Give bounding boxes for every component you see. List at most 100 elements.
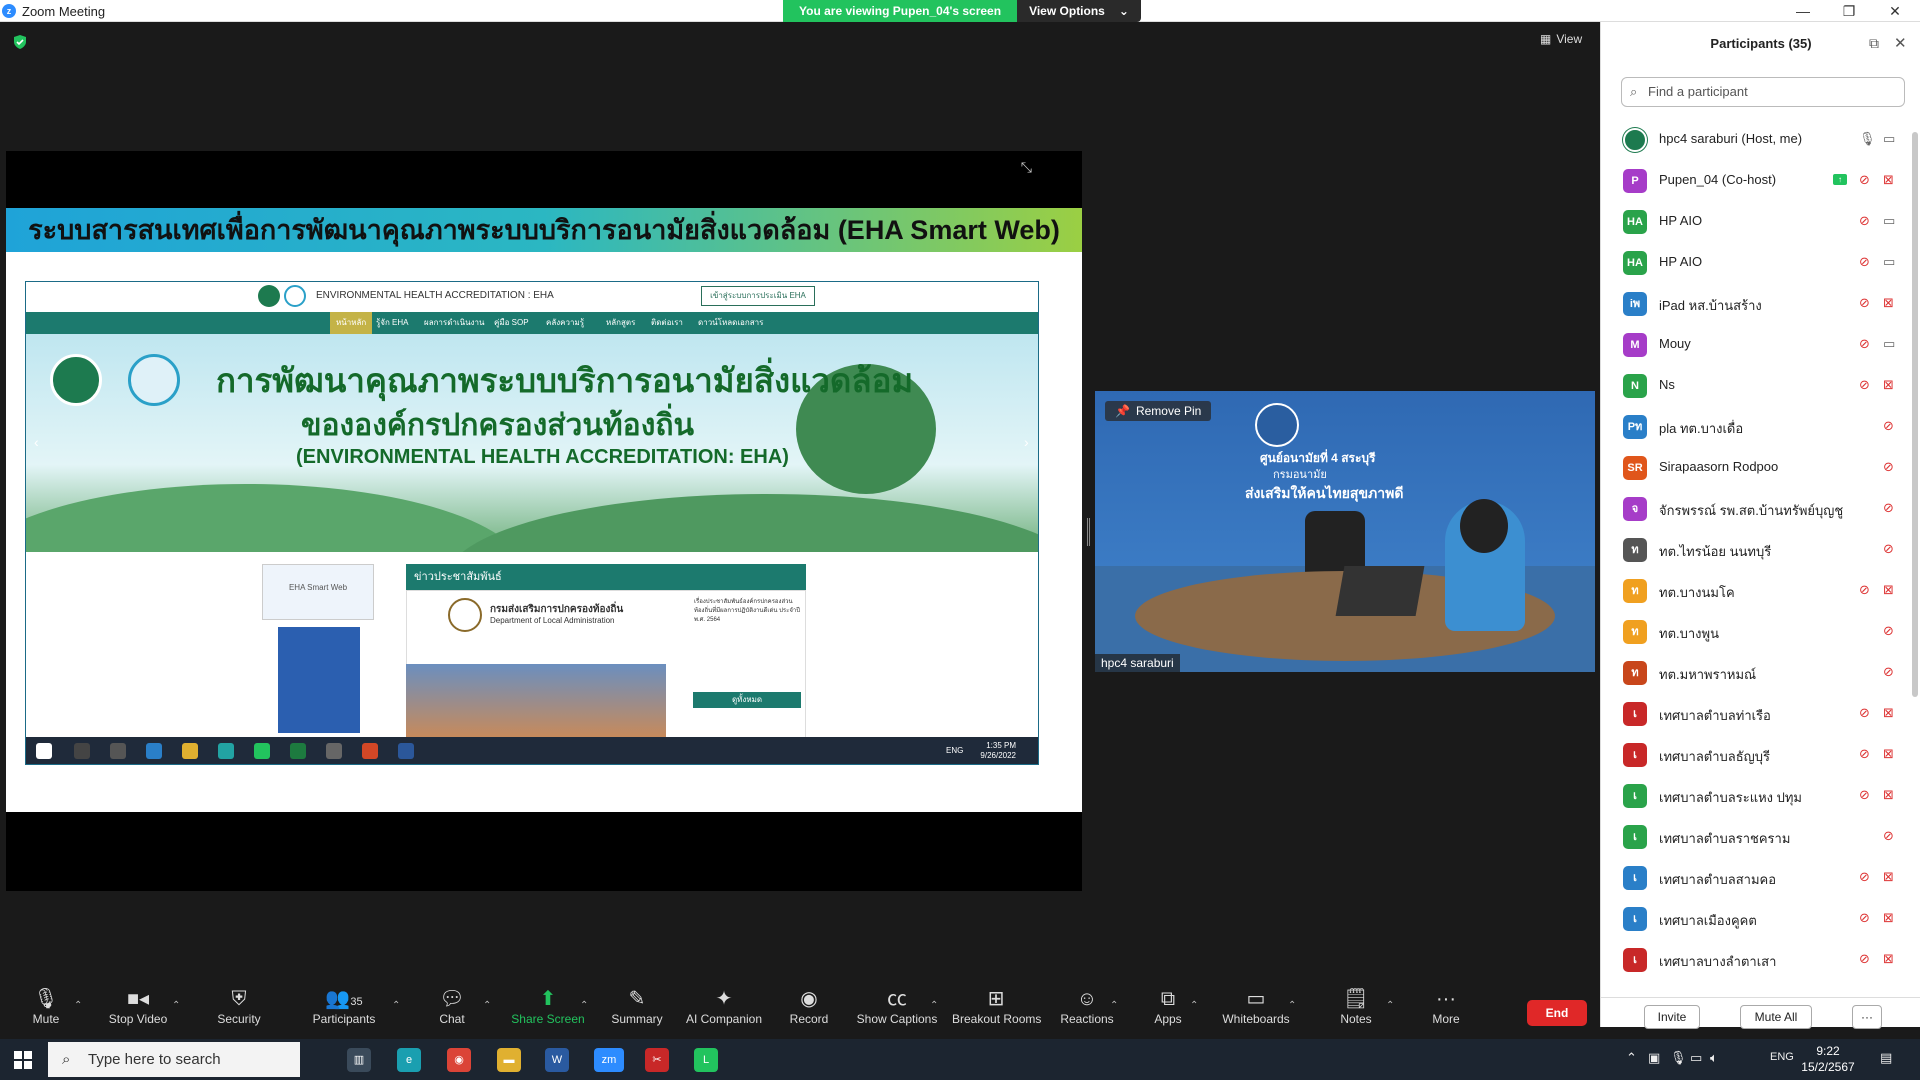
notifications-icon[interactable]: ▤ xyxy=(1880,1050,1892,1066)
participant-row[interactable]: P Pupen_04 (Co-host) ↑ ⊘ ⊠ xyxy=(1601,160,1911,201)
participant-row[interactable]: Pท pla ทต.บางเดื่อ ⊘ xyxy=(1601,406,1911,447)
microphone-muted-icon[interactable]: ⊘ xyxy=(1883,541,1894,557)
participant-row[interactable]: N Ns ⊘ ⊠ xyxy=(1601,365,1911,406)
apps-button[interactable]: ⧉ Apps xyxy=(1148,982,1188,1039)
participant-row[interactable]: HA HP AIO ⊘ ▭ xyxy=(1601,242,1911,283)
participant-row[interactable]: เ เทศบาลตำบลท่าเรือ ⊘ ⊠ xyxy=(1601,693,1911,734)
participant-search-input[interactable]: ⌕ Find a participant xyxy=(1621,77,1905,107)
video-camera-icon[interactable]: ▭ xyxy=(1883,131,1895,147)
participant-row[interactable]: iพ iPad หส.บ้านสร้าง ⊘ ⊠ xyxy=(1601,283,1911,324)
chevron-up-icon[interactable]: ⌃ xyxy=(74,1000,82,1011)
chevron-up-icon[interactable]: ⌃ xyxy=(1110,1000,1118,1011)
shared-screen[interactable]: ⤡ ระบบสารสนเทศเพื่อการพัฒนาคุณภาพระบบบริ… xyxy=(6,151,1082,891)
microphone-muted-icon[interactable]: ⊘ xyxy=(1859,746,1870,762)
chevron-up-icon[interactable]: ⌃ xyxy=(172,1000,180,1011)
file-explorer-icon[interactable]: ▬ xyxy=(497,1048,521,1072)
pop-out-icon[interactable]: ⧉ xyxy=(1869,35,1879,52)
more-options-button[interactable]: ··· xyxy=(1852,1005,1882,1029)
chevron-up-icon[interactable]: ⌃ xyxy=(483,1000,491,1011)
battery-icon[interactable]: ▭ xyxy=(1690,1050,1702,1066)
invite-button[interactable]: Invite xyxy=(1644,1005,1700,1029)
chevron-up-icon[interactable]: ⌃ xyxy=(1386,1000,1394,1011)
chevron-up-icon[interactable]: ⌃ xyxy=(580,1000,588,1011)
video-off-icon[interactable]: ⊠ xyxy=(1883,377,1894,393)
close-window-button[interactable]: ✕ xyxy=(1872,0,1918,22)
microphone-muted-icon[interactable]: ⊘ xyxy=(1883,828,1894,844)
chrome-icon[interactable]: ◉ xyxy=(447,1048,471,1072)
video-off-icon[interactable]: ⊠ xyxy=(1883,869,1894,885)
stop-video-button[interactable]: ■◂ Stop Video xyxy=(104,982,172,1039)
microphone-muted-icon[interactable]: ⊘ xyxy=(1859,295,1870,311)
video-camera-icon[interactable]: ▭ xyxy=(1883,254,1895,270)
microphone-muted-icon[interactable]: ⊘ xyxy=(1859,213,1870,229)
more-button[interactable]: ··· More xyxy=(1424,982,1468,1039)
task-view-icon[interactable]: ▥ xyxy=(347,1048,371,1072)
security-button[interactable]: ⛨ Security xyxy=(210,982,268,1039)
microphone-muted-icon[interactable]: ⊘ xyxy=(1883,459,1894,475)
participant-row[interactable]: ท ทต.บางนมโค ⊘ ⊠ xyxy=(1601,570,1911,611)
video-off-icon[interactable]: ⊠ xyxy=(1883,172,1894,188)
whiteboards-button[interactable]: ▭ Whiteboards xyxy=(1218,982,1294,1039)
pinned-video[interactable]: ศูนย์อนามัยที่ 4 สระบุรี กรมอนามัย ส่งเส… xyxy=(1095,391,1595,672)
mute-all-button[interactable]: Mute All xyxy=(1740,1005,1812,1029)
participant-row[interactable]: SR Sirapaasorn Rodpoo ⊘ xyxy=(1601,447,1911,488)
participant-row[interactable]: เ เทศบาลบางลำตาเสา ⊘ ⊠ xyxy=(1601,939,1911,980)
taskbar-clock[interactable]: 9:22 15/2/2567 xyxy=(1798,1043,1858,1075)
microphone-muted-icon[interactable]: ⊘ xyxy=(1859,254,1870,270)
microphone-icon[interactable]: 🎙︎ xyxy=(1670,1050,1687,1066)
collapse-icon[interactable]: ⤡ xyxy=(1021,159,1032,176)
video-off-icon[interactable]: ⊠ xyxy=(1883,746,1894,762)
participant-row[interactable]: ท ทต.มหาพราหมณ์ ⊘ xyxy=(1601,652,1911,693)
mute-button[interactable]: 🎙︎ Mute xyxy=(20,982,72,1039)
participants-button[interactable]: 👥35 Participants xyxy=(308,982,380,1039)
video-camera-icon[interactable]: ▭ xyxy=(1883,336,1895,352)
video-off-icon[interactable]: ⊠ xyxy=(1883,787,1894,803)
participant-row[interactable]: เ เทศบาลเมืองคูคต ⊘ ⊠ xyxy=(1601,898,1911,939)
participant-row[interactable]: ท ทต.บางพูน ⊘ xyxy=(1601,611,1911,652)
chevron-up-icon[interactable]: ⌃ xyxy=(1288,1000,1296,1011)
microphone-muted-icon[interactable]: ⊘ xyxy=(1883,500,1894,516)
record-button[interactable]: ◉ Record xyxy=(784,982,834,1039)
chevron-up-icon[interactable]: ⌃ xyxy=(930,1000,938,1011)
minimize-button[interactable]: — xyxy=(1780,0,1826,22)
chat-button[interactable]: 💬︎ Chat xyxy=(432,982,472,1039)
video-camera-icon[interactable]: ▭ xyxy=(1883,213,1895,229)
microphone-muted-icon[interactable]: ⊘ xyxy=(1883,418,1894,434)
video-off-icon[interactable]: ⊠ xyxy=(1883,705,1894,721)
show-captions-button[interactable]: ㏄ Show Captions xyxy=(856,982,938,1039)
microphone-muted-icon[interactable]: ⊘ xyxy=(1883,664,1894,680)
participant-row[interactable]: เ เทศบาลตำบลราชคราม ⊘ xyxy=(1601,816,1911,857)
microphone-muted-icon[interactable]: ⊘ xyxy=(1859,705,1870,721)
end-meeting-button[interactable]: End xyxy=(1527,1000,1587,1026)
edge-icon[interactable]: e xyxy=(397,1048,421,1072)
microphone-muted-icon[interactable]: ⊘ xyxy=(1883,623,1894,639)
ai-companion-button[interactable]: ✦ AI Companion xyxy=(684,982,764,1039)
participant-row[interactable]: เ เทศบาลตำบลระแหง ปทุม ⊘ ⊠ xyxy=(1601,775,1911,816)
microphone-muted-icon[interactable]: ⊘ xyxy=(1859,377,1870,393)
summary-button[interactable]: ✎ Summary xyxy=(608,982,666,1039)
zoom-app-icon[interactable]: zm xyxy=(594,1048,624,1072)
microphone-icon[interactable]: 🎙︎ xyxy=(1859,131,1876,147)
microphone-muted-icon[interactable]: ⊘ xyxy=(1859,172,1870,188)
participant-row[interactable]: hpc4 saraburi (Host, me) 🎙︎ ▭ xyxy=(1601,119,1911,160)
close-panel-icon[interactable]: ✕ xyxy=(1894,34,1907,52)
volume-icon[interactable]: 🔈︎ xyxy=(1710,1050,1718,1066)
language-indicator[interactable]: ENG xyxy=(1770,1051,1794,1063)
participant-row[interactable]: HA HP AIO ⊘ ▭ xyxy=(1601,201,1911,242)
participant-row[interactable]: จ จักรพรรณ์ รพ.สต.บ้านทรัพย์บุญชู ⊘ xyxy=(1601,488,1911,529)
line-app-icon[interactable]: L xyxy=(694,1048,718,1072)
participant-row[interactable]: ท ทต.ไทรน้อย นนทบุรี ⊘ xyxy=(1601,529,1911,570)
microphone-muted-icon[interactable]: ⊘ xyxy=(1859,787,1870,803)
view-options-button[interactable]: View Options ⌄ xyxy=(1017,0,1141,22)
microphone-muted-icon[interactable]: ⊘ xyxy=(1859,869,1870,885)
video-off-icon[interactable]: ⊠ xyxy=(1883,295,1894,311)
participant-row[interactable]: เ เทศบาลตำบลสามคอ ⊘ ⊠ xyxy=(1601,857,1911,898)
snipping-tool-icon[interactable]: ✂ xyxy=(645,1048,669,1072)
scrollbar[interactable] xyxy=(1912,132,1918,697)
meet-now-icon[interactable]: ▣ xyxy=(1648,1050,1660,1066)
microphone-muted-icon[interactable]: ⊘ xyxy=(1859,582,1870,598)
restore-button[interactable]: ❐ xyxy=(1826,0,1872,22)
chevron-up-icon[interactable]: ⌃ xyxy=(392,1000,400,1011)
microphone-muted-icon[interactable]: ⊘ xyxy=(1859,910,1870,926)
taskbar-search-input[interactable]: ⌕ Type here to search xyxy=(48,1042,300,1077)
